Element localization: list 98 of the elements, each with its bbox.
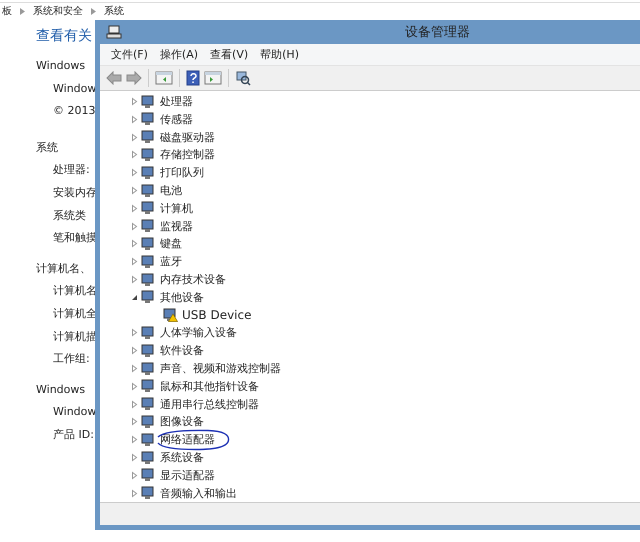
device-icon [141, 344, 156, 358]
panel-icon[interactable] [204, 70, 222, 85]
section-title: Windows [36, 58, 86, 74]
expand-arrow-icon[interactable] [130, 132, 139, 142]
device-icon [141, 236, 156, 251]
info-label: © 2013 [52, 103, 95, 120]
expand-arrow-icon[interactable] [130, 435, 139, 444]
expand-arrow-icon[interactable] [130, 257, 139, 266]
device-icon [141, 486, 156, 500]
device-icon [141, 166, 156, 180]
tree-item[interactable]: 计算机 [160, 200, 193, 216]
device-icon [141, 130, 156, 144]
tree-item[interactable]: 图像设备 [160, 414, 204, 430]
tree-item[interactable]: USB Device [182, 308, 252, 322]
menu-item[interactable]: 文件(F) [106, 44, 153, 64]
info-label: 处理器: [52, 162, 91, 178]
device-icon [141, 414, 156, 429]
breadcrumb-item[interactable]: 系统和安全 [33, 6, 83, 18]
breadcrumb-item[interactable]: 板 [2, 6, 12, 18]
tree-item[interactable]: 鼠标和其他指针设备 [160, 378, 259, 394]
expand-arrow-icon[interactable] [130, 470, 139, 480]
device-icon [141, 184, 156, 198]
tree-item[interactable]: 系统设备 [160, 450, 204, 465]
panel-icon[interactable] [155, 70, 173, 85]
device-icon [141, 450, 156, 464]
expand-arrow-icon[interactable] [130, 168, 139, 178]
expand-arrow-icon[interactable] [130, 417, 139, 426]
tree-item[interactable]: 存储控制器 [160, 147, 215, 162]
info-label: 产品 ID: [52, 426, 95, 443]
device-icon [141, 326, 156, 340]
expand-arrow-icon[interactable] [130, 275, 139, 284]
info-label: 计算机全 [52, 306, 95, 322]
expand-arrow-icon[interactable] [130, 328, 139, 338]
chevron-icon [91, 8, 96, 15]
tree-item[interactable]: 蓝牙 [160, 254, 182, 270]
info-label: 系统类 [52, 208, 87, 224]
info-label: Window [52, 80, 95, 97]
expand-arrow-icon[interactable] [130, 400, 139, 409]
tree-item[interactable]: 其他设备 [160, 290, 204, 305]
tree-item[interactable]: 音频输入和输出 [160, 486, 237, 501]
expand-arrow-icon[interactable] [130, 204, 139, 213]
tree-item[interactable]: 打印队列 [160, 165, 204, 180]
info-label: 计算机名 [52, 283, 95, 300]
device-icon [141, 272, 156, 287]
page-heading: 查看有关 [36, 27, 93, 45]
device-icon [141, 148, 156, 162]
tree-item[interactable]: 键盘 [160, 236, 182, 252]
tree-item[interactable]: 显示适配器 [160, 468, 215, 483]
tree-item[interactable]: 处理器 [160, 94, 193, 110]
tree-item[interactable]: 网络适配器 [160, 432, 215, 448]
device-icon [141, 201, 156, 216]
breadcrumb-item[interactable]: 系统 [104, 6, 124, 18]
menu-item[interactable]: 操作(A) [154, 44, 204, 64]
window-title: 设备管理器 [405, 24, 470, 40]
tree-item[interactable]: 声音、视频和游戏控制器 [160, 361, 281, 376]
expand-arrow-icon[interactable] [130, 97, 139, 106]
expand-arrow-icon[interactable] [130, 364, 139, 374]
tree-item[interactable]: 监视器 [160, 218, 193, 234]
device-icon [141, 112, 156, 126]
device-icon [141, 379, 156, 394]
tree-item[interactable]: 内存技术设备 [160, 272, 226, 288]
scan-icon[interactable] [235, 70, 251, 86]
menu-item[interactable]: 查看(V) [205, 44, 254, 64]
device-icon [141, 219, 156, 234]
device-icon [141, 432, 156, 447]
info-label: Window [52, 404, 95, 420]
info-label: 工作组: [52, 351, 91, 368]
device-icon [141, 254, 156, 269]
tree-item[interactable]: 通用串行总线控制器 [160, 396, 259, 412]
menu-item[interactable]: 帮助(H) [255, 44, 304, 64]
expand-arrow-icon[interactable] [130, 150, 139, 160]
tree-item[interactable]: 传感器 [160, 112, 193, 127]
back-arrow-icon[interactable] [106, 70, 122, 85]
forward-arrow-icon[interactable] [126, 70, 142, 85]
expand-arrow-icon[interactable] [130, 114, 139, 124]
tree-item[interactable]: 电池 [160, 183, 182, 198]
expand-arrow-icon[interactable] [130, 222, 139, 231]
expand-arrow-icon[interactable] [130, 488, 139, 498]
expand-arrow-icon[interactable] [130, 382, 139, 391]
section-title: 计算机名、 [36, 260, 92, 277]
section-title: 系统 [36, 140, 59, 156]
device-icon [141, 94, 156, 109]
device-icon [141, 290, 156, 304]
device-icon [141, 468, 156, 482]
help-icon[interactable] [186, 70, 200, 86]
tree-item[interactable]: 磁盘驱动器 [160, 130, 215, 145]
tree-item[interactable]: 软件设备 [160, 343, 204, 358]
collapse-arrow-icon[interactable] [130, 292, 139, 302]
device-icon [141, 397, 156, 412]
expand-arrow-icon[interactable] [130, 186, 139, 196]
app-icon [106, 24, 124, 40]
section-title: Windows [36, 382, 86, 398]
tree-item[interactable]: 人体学输入设备 [160, 325, 237, 340]
expand-arrow-icon[interactable] [130, 453, 139, 462]
chevron-icon [20, 8, 25, 15]
expand-arrow-icon[interactable] [130, 239, 139, 248]
device-icon [141, 362, 156, 376]
expand-arrow-icon[interactable] [130, 346, 139, 356]
